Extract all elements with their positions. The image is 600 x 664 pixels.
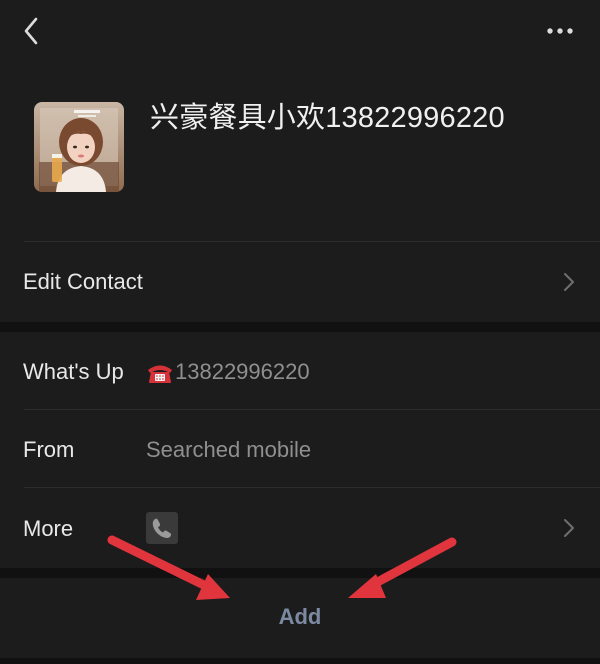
phone-icon bbox=[152, 518, 172, 538]
profile-header-section: 兴豪餐具小欢13822996220 Edit Contact bbox=[0, 0, 600, 322]
whats-up-number: 13822996220 bbox=[175, 359, 310, 384]
whats-up-row: What's Up 13822996220 bbox=[0, 332, 600, 410]
more-label: More bbox=[23, 516, 74, 541]
edit-contact-row[interactable]: Edit Contact bbox=[0, 242, 600, 322]
add-label: Add bbox=[278, 604, 322, 629]
add-button[interactable]: Add bbox=[0, 578, 600, 658]
whats-up-value: 13822996220 bbox=[146, 359, 310, 385]
more-row[interactable]: More bbox=[0, 488, 600, 568]
chevron-right-icon bbox=[564, 273, 574, 291]
contact-photo bbox=[34, 102, 124, 192]
edit-contact-label: Edit Contact bbox=[23, 269, 143, 294]
back-button[interactable] bbox=[14, 14, 50, 50]
ellipsis-icon bbox=[547, 28, 573, 34]
telephone-emoji-icon bbox=[148, 365, 172, 384]
whats-up-label: What's Up bbox=[23, 359, 124, 384]
from-value: Searched mobile bbox=[146, 437, 312, 462]
chevron-right-icon bbox=[564, 519, 574, 537]
from-label: From bbox=[23, 437, 75, 462]
phone-icon-chip bbox=[146, 512, 178, 544]
contact-profile-screen: 兴豪餐具小欢13822996220 Edit Contact What's Up bbox=[0, 0, 600, 664]
from-row: From Searched mobile bbox=[0, 410, 600, 488]
contact-name: 兴豪餐具小欢13822996220 bbox=[150, 102, 505, 134]
avatar[interactable] bbox=[34, 102, 124, 192]
chevron-left-icon bbox=[24, 17, 38, 45]
more-options-button[interactable] bbox=[540, 14, 584, 50]
